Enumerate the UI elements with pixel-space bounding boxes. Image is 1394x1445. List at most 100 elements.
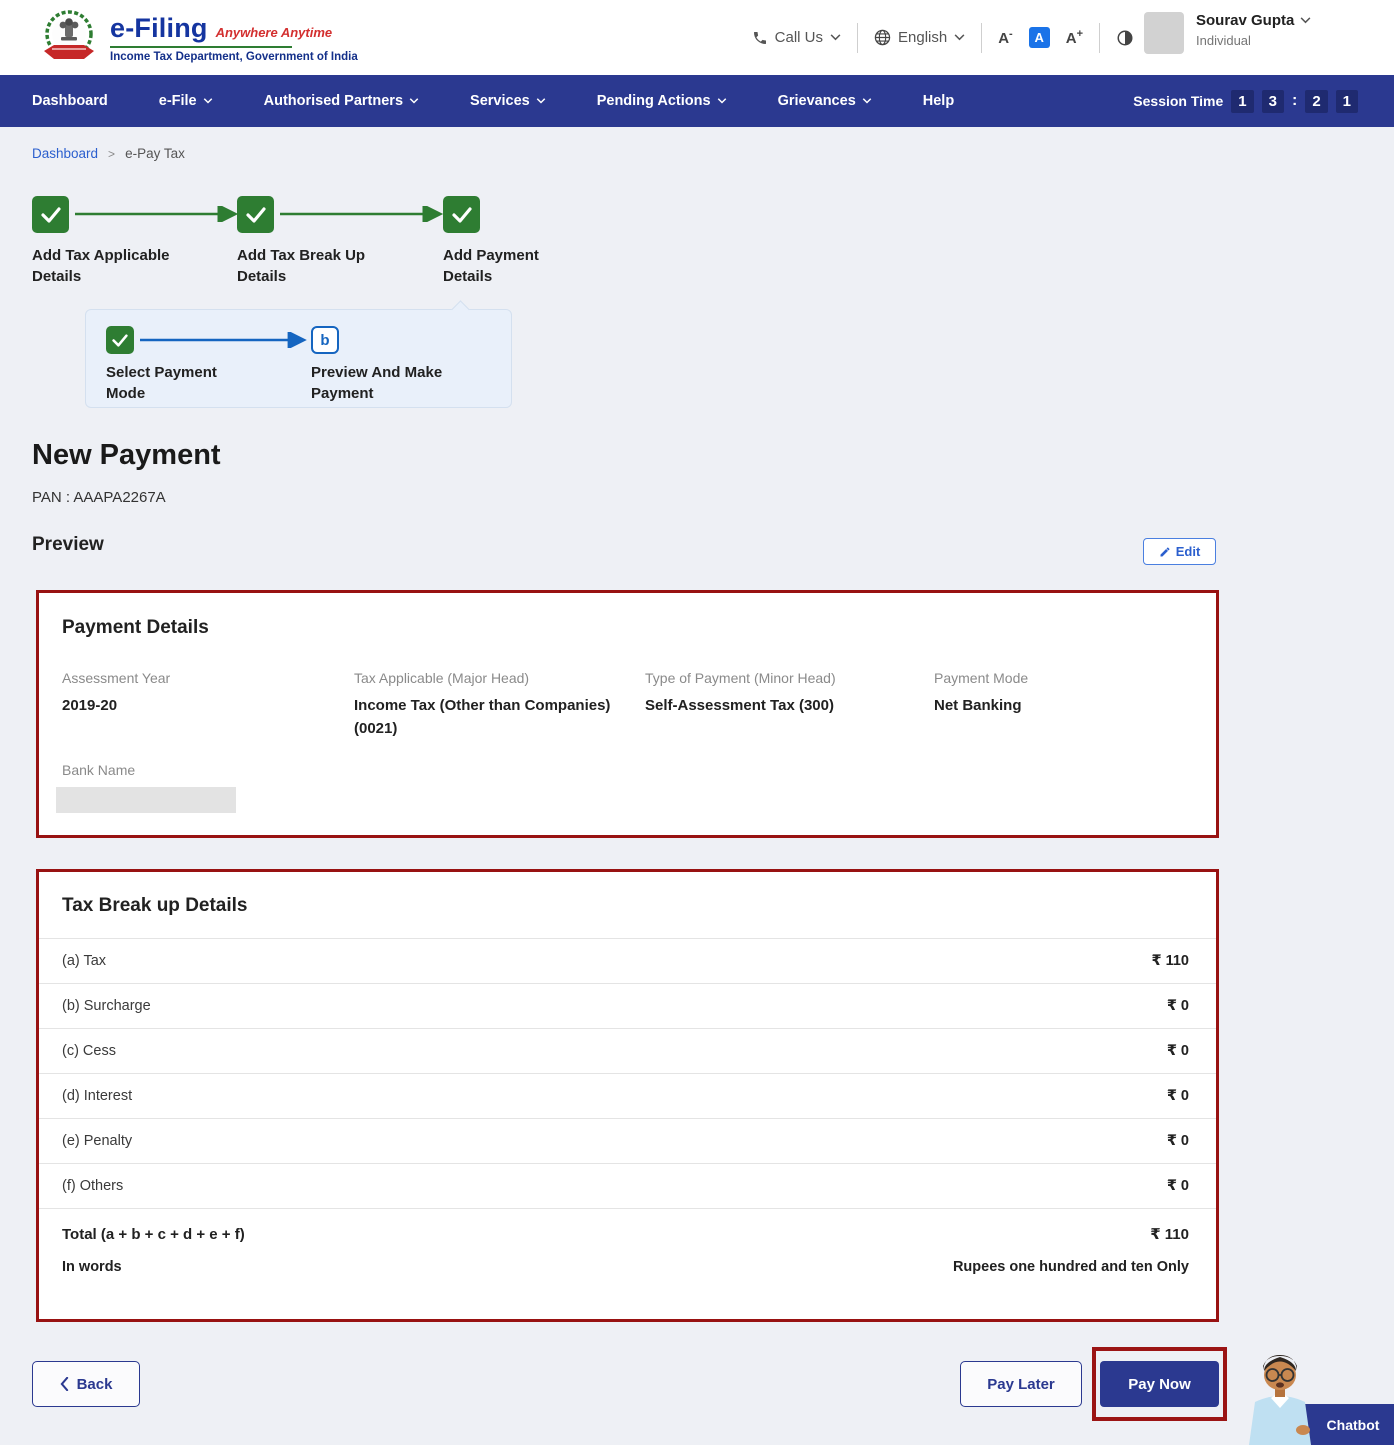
contrast-toggle[interactable] xyxy=(1116,29,1134,47)
pay-later-label: Pay Later xyxy=(987,1376,1055,1393)
edit-button[interactable]: Edit xyxy=(1143,538,1216,565)
preview-heading: Preview xyxy=(32,534,104,556)
pay-now-highlight-annotation: Pay Now xyxy=(1092,1347,1227,1421)
header-divider xyxy=(981,23,982,53)
bank-name-label: Bank Name xyxy=(62,762,1193,778)
session-digit: 2 xyxy=(1305,90,1327,113)
language-menu[interactable]: English xyxy=(874,29,965,46)
chevron-down-icon xyxy=(1300,17,1311,24)
font-increase-button[interactable]: A+ xyxy=(1066,28,1083,47)
header-divider xyxy=(1099,23,1100,53)
nav-dashboard[interactable]: Dashboard xyxy=(32,93,108,109)
font-normal-button[interactable]: A xyxy=(1029,27,1050,48)
globe-icon xyxy=(874,29,891,46)
edit-button-label: Edit xyxy=(1176,544,1201,559)
call-us-label: Call Us xyxy=(775,29,823,46)
breadcrumb: Dashboard > e-Pay Tax xyxy=(32,146,185,161)
brand-divider xyxy=(110,46,292,48)
step-3-label: Add Payment Details xyxy=(443,245,553,287)
step-1-label: Add Tax Applicable Details xyxy=(32,245,182,287)
step-1-check xyxy=(32,196,69,233)
user-name: Sourav Gupta xyxy=(1196,12,1294,29)
chevron-left-icon xyxy=(60,1377,69,1391)
brand-name: e-Filing xyxy=(110,13,208,44)
substep-1-check xyxy=(106,326,134,354)
session-digit: 1 xyxy=(1336,90,1358,113)
field-tax-applicable: Tax Applicable (Major Head) Income Tax (… xyxy=(354,670,645,740)
font-decrease-button[interactable]: A- xyxy=(998,28,1013,47)
check-icon xyxy=(246,207,266,223)
pencil-icon xyxy=(1159,546,1171,558)
step-connector-arrow xyxy=(73,206,243,222)
step-connector-arrow xyxy=(278,206,448,222)
tax-breakup-card: Tax Break up Details (a) Tax ₹ 110 (b) S… xyxy=(36,869,1219,1322)
nav-help[interactable]: Help xyxy=(923,93,954,109)
page-title: New Payment xyxy=(32,439,221,472)
tax-row-in-words: In words Rupees one hundred and ten Only xyxy=(39,1249,1216,1293)
user-type: Individual xyxy=(1196,33,1311,48)
back-button[interactable]: Back xyxy=(32,1361,140,1407)
step-2-check xyxy=(237,196,274,233)
chevron-down-icon xyxy=(203,98,213,104)
pay-now-label: Pay Now xyxy=(1128,1376,1191,1393)
payment-stepper: Add Tax Applicable Details Add Tax Break… xyxy=(32,196,632,298)
nav-grievances[interactable]: Grievances xyxy=(778,93,872,109)
payment-details-title: Payment Details xyxy=(62,617,1193,639)
step-3-check xyxy=(443,196,480,233)
breadcrumb-current: e-Pay Tax xyxy=(125,146,185,161)
step-2-label: Add Tax Break Up Details xyxy=(237,245,367,287)
chevron-down-icon xyxy=(830,34,841,41)
session-time-label: Session Time xyxy=(1133,93,1223,109)
header-divider xyxy=(857,23,858,53)
efiling-logo[interactable]: e-Filing Anywhere Anytime Income Tax Dep… xyxy=(40,7,358,69)
phone-icon xyxy=(752,30,768,46)
call-us-menu[interactable]: Call Us xyxy=(752,29,841,46)
user-menu[interactable]: Sourav Gupta Individual xyxy=(1144,12,1354,54)
brand-subtitle: Income Tax Department, Government of Ind… xyxy=(110,51,358,63)
pay-now-button[interactable]: Pay Now xyxy=(1100,1361,1219,1407)
nav-pending-actions[interactable]: Pending Actions xyxy=(597,93,727,109)
chevron-down-icon xyxy=(954,34,965,41)
tax-row-penalty: (e) Penalty ₹ 0 xyxy=(39,1118,1216,1163)
back-button-label: Back xyxy=(77,1376,113,1393)
substep-connector-arrow xyxy=(138,332,312,348)
tax-row-tax: (a) Tax ₹ 110 xyxy=(39,938,1216,983)
substep-2-badge: b xyxy=(311,326,339,354)
chatbot-label: Chatbot xyxy=(1327,1417,1380,1433)
bank-name-redacted-value xyxy=(56,787,236,813)
nav-efile[interactable]: e-File xyxy=(159,93,213,109)
substep-2-label: Preview And Make Payment xyxy=(311,362,451,404)
income-tax-emblem-icon xyxy=(40,7,98,69)
tax-row-total: Total (a + b + c + d + e + f) ₹ 110 xyxy=(39,1208,1216,1249)
contrast-icon xyxy=(1116,29,1134,47)
pay-later-button[interactable]: Pay Later xyxy=(960,1361,1082,1407)
breadcrumb-dashboard[interactable]: Dashboard xyxy=(32,146,98,161)
tax-row-others: (f) Others ₹ 0 xyxy=(39,1163,1216,1208)
language-label: English xyxy=(898,29,947,46)
chevron-down-icon xyxy=(717,98,727,104)
session-digit: 1 xyxy=(1231,90,1253,113)
nav-services[interactable]: Services xyxy=(470,93,546,109)
chatbot-assistant-avatar[interactable] xyxy=(1241,1350,1319,1445)
tax-row-cess: (c) Cess ₹ 0 xyxy=(39,1028,1216,1073)
field-type-of-payment: Type of Payment (Minor Head) Self-Assess… xyxy=(645,670,934,740)
session-timer: Session Time 1 3 : 2 1 xyxy=(1133,90,1358,113)
check-icon xyxy=(452,207,472,223)
chevron-down-icon xyxy=(409,98,419,104)
pan-number: PAN : AAAPA2267A xyxy=(32,489,166,506)
check-icon xyxy=(41,207,61,223)
payment-substepper-panel: b Select Payment Mode Preview And Make P… xyxy=(85,309,512,408)
chevron-down-icon xyxy=(862,98,872,104)
main-navbar: Dashboard e-File Authorised Partners Ser… xyxy=(0,75,1394,127)
chevron-down-icon xyxy=(536,98,546,104)
field-payment-mode: Payment Mode Net Banking xyxy=(934,670,1193,740)
field-bank-name: Bank Name xyxy=(62,762,1193,813)
check-icon xyxy=(112,334,128,347)
tax-breakup-title: Tax Break up Details xyxy=(62,895,1189,917)
substep-1-label: Select Payment Mode xyxy=(106,362,231,404)
field-assessment-year: Assessment Year 2019-20 xyxy=(62,670,354,740)
session-colon: : xyxy=(1292,92,1297,110)
brand-tagline: Anywhere Anytime xyxy=(216,25,333,40)
nav-authorised-partners[interactable]: Authorised Partners xyxy=(264,93,419,109)
tax-row-interest: (d) Interest ₹ 0 xyxy=(39,1073,1216,1118)
